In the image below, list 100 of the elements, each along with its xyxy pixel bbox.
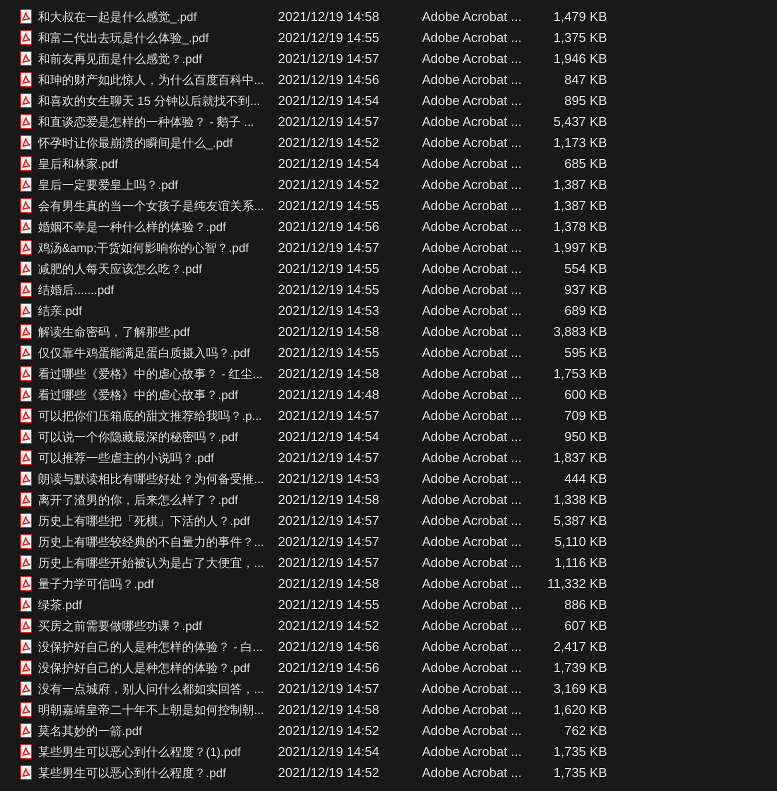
- file-name[interactable]: 朗读与默读相比有哪些好处？为何备受推...: [38, 470, 278, 486]
- date-modified: 2021/12/19 14:57: [278, 240, 380, 256]
- file-type: Adobe Acrobat ...: [422, 576, 523, 592]
- date-modified: 2021/12/19 14:56: [278, 660, 380, 676]
- pdf-file-icon: [20, 135, 32, 150]
- date-modified: 2021/12/19 14:53: [278, 302, 380, 318]
- file-name[interactable]: 仅仅靠牛鸡蛋能满足蛋白质摄入吗？.pdf: [38, 344, 278, 360]
- file-type: Adobe Acrobat ...: [422, 534, 523, 550]
- date-modified: 2021/12/19 14:53: [278, 470, 380, 486]
- file-size: 2,417 KB: [552, 638, 607, 654]
- file-type: Adobe Acrobat ...: [422, 156, 523, 172]
- file-name[interactable]: 鸡汤&amp;干货如何影响你的心智？.pdf: [38, 240, 278, 256]
- date-modified: 2021/12/19 14:58: [278, 8, 380, 24]
- pdf-file-icon: [20, 450, 32, 465]
- date-modified: 2021/12/19 14:56: [278, 218, 380, 234]
- file-type: Adobe Acrobat ...: [422, 366, 523, 382]
- pdf-file-icon: [20, 471, 32, 486]
- file-name[interactable]: 历史上有哪些把「死棋」下活的人？.pdf: [38, 512, 278, 528]
- pdf-file-icon: [20, 240, 32, 255]
- file-size: 5,387 KB: [552, 512, 607, 528]
- file-name[interactable]: 和直谈恋爱是怎样的一种体验？ - 鹅子 ...: [38, 114, 278, 130]
- file-size: 1,378 KB: [552, 218, 607, 234]
- file-size: 1,375 KB: [552, 30, 607, 46]
- date-modified: 2021/12/19 14:55: [278, 198, 380, 214]
- file-type: Adobe Acrobat ...: [422, 8, 523, 24]
- date-modified: 2021/12/19 14:55: [278, 596, 380, 612]
- file-size: 847 KB: [563, 72, 607, 88]
- file-name[interactable]: 可以说一个你隐藏最深的秘密吗？.pdf: [38, 428, 278, 444]
- file-name[interactable]: 绿茶.pdf: [38, 596, 278, 612]
- file-name[interactable]: 皇后一定要爱皇上吗？.pdf: [38, 176, 278, 192]
- file-size: 554 KB: [563, 260, 607, 276]
- date-modified: 2021/12/19 14:48: [278, 386, 380, 402]
- file-size: 5,110 KB: [553, 534, 607, 550]
- file-type: Adobe Acrobat ...: [422, 618, 523, 634]
- pdf-file-icon: [20, 30, 32, 45]
- file-name[interactable]: 历史上有哪些开始被认为是占了大便宜，...: [38, 554, 278, 570]
- pdf-file-icon: [20, 534, 32, 549]
- file-type: Adobe Acrobat ...: [422, 638, 523, 654]
- file-type: Adobe Acrobat ...: [422, 680, 523, 696]
- file-size: 1,753 KB: [552, 366, 607, 382]
- file-name[interactable]: 离开了渣男的你，后来怎么样了？.pdf: [38, 492, 278, 508]
- file-name[interactable]: 历史上有哪些较经典的不自量力的事件？...: [38, 534, 278, 550]
- pdf-file-icon: [20, 156, 32, 171]
- file-type: Adobe Acrobat ...: [422, 702, 523, 718]
- date-modified: 2021/12/19 14:57: [278, 680, 380, 696]
- pdf-file-icon: [20, 9, 32, 24]
- file-size: 1,338 KB: [552, 492, 607, 508]
- file-name[interactable]: 结婚后.......pdf: [38, 282, 278, 298]
- file-name[interactable]: 明朝嘉靖皇帝二十年不上朝是如何控制朝...: [38, 702, 278, 718]
- date-modified: 2021/12/19 14:58: [278, 702, 380, 718]
- date-modified: 2021/12/19 14:58: [278, 324, 380, 340]
- date-modified: 2021/12/19 14:54: [278, 428, 380, 444]
- pdf-file-icon: [20, 324, 32, 339]
- file-type: Adobe Acrobat ...: [422, 176, 523, 192]
- date-modified: 2021/12/19 14:56: [278, 638, 380, 654]
- file-name[interactable]: 看过哪些《爱格》中的虐心故事？.pdf: [38, 386, 278, 402]
- date-modified: 2021/12/19 14:52: [278, 618, 380, 634]
- date-modified: 2021/12/19 14:58: [278, 492, 380, 508]
- file-name[interactable]: 看过哪些《爱格》中的虐心故事？ - 红尘...: [38, 366, 278, 382]
- date-modified: 2021/12/19 14:57: [278, 534, 380, 550]
- file-name[interactable]: 某些男生可以恶心到什么程度？.pdf: [38, 764, 278, 780]
- file-type: Adobe Acrobat ...: [422, 386, 523, 402]
- pdf-file-icon: [20, 765, 32, 780]
- pdf-file-icon: [20, 51, 32, 66]
- file-name[interactable]: 没保护好自己的人是种怎样的体验？ - 白...: [38, 638, 278, 654]
- file-name[interactable]: 解读生命密码，了解那些.pdf: [38, 324, 278, 340]
- file-name[interactable]: 和喜欢的女生聊天 15 分钟以后就找不到...: [38, 92, 278, 108]
- file-name[interactable]: 结亲.pdf: [38, 302, 278, 318]
- date-modified: 2021/12/19 14:57: [278, 408, 380, 424]
- file-name[interactable]: 皇后和林家.pdf: [38, 156, 278, 172]
- file-name[interactable]: 和富二代出去玩是什么体验_.pdf: [38, 30, 278, 46]
- file-name[interactable]: 可以推荐一些虐主的小说吗？.pdf: [38, 450, 278, 466]
- file-size: 595 KB: [563, 344, 607, 360]
- file-type: Adobe Acrobat ...: [422, 344, 523, 360]
- file-name[interactable]: 没有一点城府，别人问什么都如实回答，...: [38, 680, 278, 696]
- file-size: 762 KB: [563, 722, 607, 738]
- date-modified: 2021/12/19 14:57: [278, 450, 380, 466]
- pdf-file-icon: [20, 198, 32, 213]
- file-name[interactable]: 会有男生真的当一个女孩子是纯友谊关系...: [38, 198, 278, 214]
- file-name[interactable]: 婚姻不幸是一种什么样的体验？.pdf: [38, 218, 278, 234]
- file-name[interactable]: 减肥的人每天应该怎么吃？.pdf: [38, 260, 278, 276]
- file-type: Adobe Acrobat ...: [422, 260, 523, 276]
- file-size: 3,883 KB: [552, 324, 607, 340]
- date-modified: 2021/12/19 14:52: [278, 764, 380, 780]
- file-name[interactable]: 和珅的财产如此惊人，为什么百度百科中...: [38, 72, 278, 88]
- file-size: 689 KB: [563, 302, 607, 318]
- file-type: Adobe Acrobat ...: [422, 554, 523, 570]
- file-name[interactable]: 怀孕时让你最崩溃的瞬间是什么_.pdf: [38, 134, 278, 150]
- file-name[interactable]: 量子力学可信吗？.pdf: [38, 576, 278, 592]
- date-modified: 2021/12/19 14:55: [278, 344, 380, 360]
- file-name[interactable]: 和大叔在一起是什么感觉_.pdf: [38, 8, 278, 24]
- file-name[interactable]: 莫名其妙的一箭.pdf: [38, 722, 278, 738]
- file-name[interactable]: 买房之前需要做哪些功课？.pdf: [38, 618, 278, 634]
- file-name[interactable]: 和前友再见面是什么感觉？.pdf: [38, 50, 278, 66]
- date-modified: 2021/12/19 14:58: [278, 366, 380, 382]
- file-type: Adobe Acrobat ...: [422, 30, 523, 46]
- file-name[interactable]: 可以把你们压箱底的甜文推荐给我吗？.p...: [38, 408, 278, 424]
- file-name[interactable]: 某些男生可以恶心到什么程度？(1).pdf: [38, 744, 278, 760]
- file-name[interactable]: 没保护好自己的人是种怎样的体验？.pdf: [38, 660, 278, 676]
- date-modified: 2021/12/19 14:57: [278, 512, 380, 528]
